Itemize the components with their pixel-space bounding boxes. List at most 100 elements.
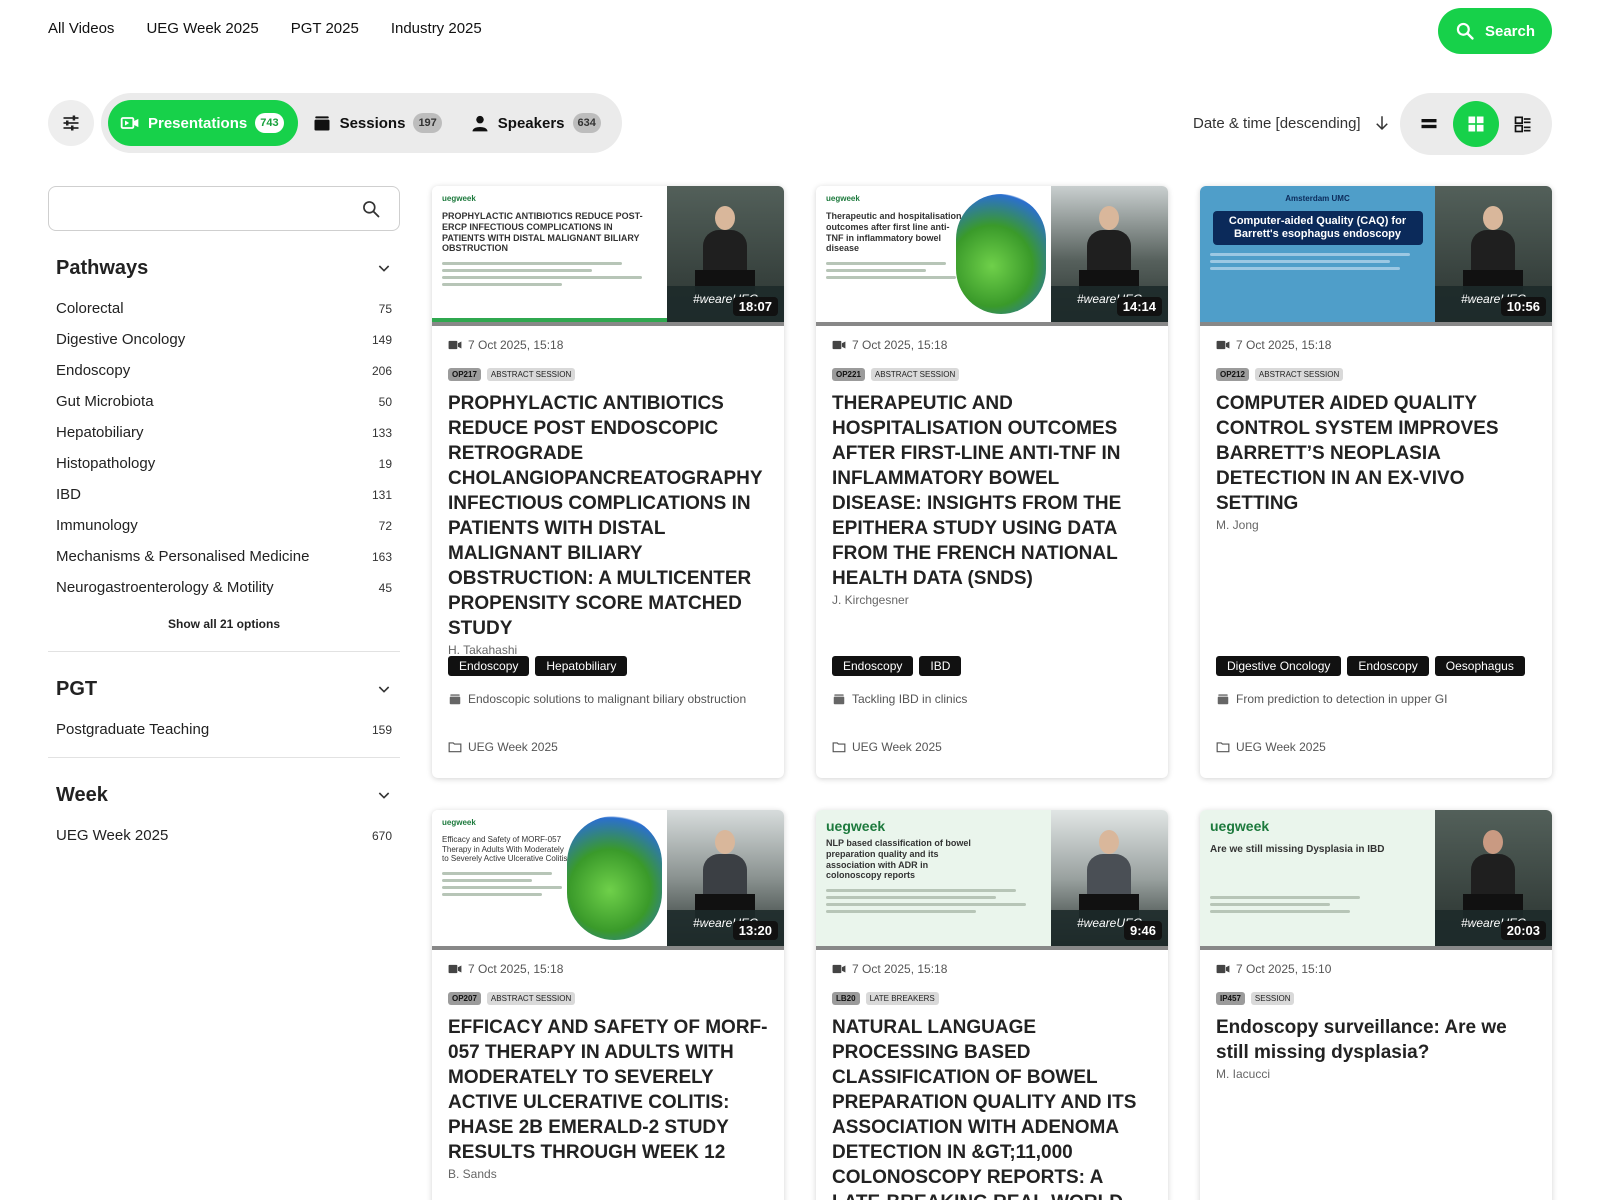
video-icon [832,964,846,974]
facet-item-digestive-oncology[interactable]: Digestive Oncology 149 [56,324,392,355]
topic-tag[interactable]: Endoscopy [1347,656,1429,676]
topic-tag[interactable]: Endoscopy [832,656,914,676]
show-all-options-link[interactable]: Show all 21 options [56,617,392,631]
facet-item-postgraduate-teaching[interactable]: Postgraduate Teaching 159 [56,714,392,745]
search-icon [1456,22,1474,40]
topic-tag[interactable]: Digestive Oncology [1216,656,1342,676]
slide-title: PROPHYLACTIC ANTIBIOTICS REDUCE POST-ERC… [442,211,643,254]
facet-item-mechanisms[interactable]: Mechanisms & Personalised Medicine 163 [56,541,392,572]
session-type-badge: ABSTRACT SESSION [1254,368,1344,381]
video-thumbnail[interactable]: uegweek NLP based classification of bowe… [816,810,1168,950]
card-title[interactable]: Endoscopy surveillance: Are we still mis… [1216,1015,1536,1065]
nav-link-industry[interactable]: Industry 2025 [391,20,482,37]
presentation-code-badge: OP221 [832,368,865,381]
nav-link-ueg-week[interactable]: UEG Week 2025 [146,20,258,37]
facet-item-colorectal[interactable]: Colorectal 75 [56,293,392,324]
video-thumbnail[interactable]: uegweek PROPHYLACTIC ANTIBIOTICS REDUCE … [432,186,784,326]
facet-item-endoscopy[interactable]: Endoscopy 206 [56,355,392,386]
facet-header[interactable]: Week [56,780,392,810]
facet-item-label: Colorectal [56,300,124,317]
card-date-text: 7 Oct 2025, 15:18 [852,338,948,352]
list-view-icon [1421,119,1437,129]
facet-item-count: 19 [378,456,392,471]
card-speaker[interactable]: H. Takahashi [448,643,768,657]
card-speaker[interactable]: J. Kirchgesner [832,593,1152,607]
sidebar-search-input[interactable] [61,187,351,230]
topic-tag[interactable]: Hepatobiliary [535,656,628,676]
facet-item-histopathology[interactable]: Histopathology 19 [56,448,392,479]
facet-item-immunology[interactable]: Immunology 72 [56,510,392,541]
presentation-code-badge: LB20 [832,992,860,1005]
card-badges: OP217 ABSTRACT SESSION [448,368,768,381]
facet-item-label: Immunology [56,517,138,534]
video-card[interactable]: uegweek PROPHYLACTIC ANTIBIOTICS REDUCE … [432,186,784,778]
tab-sessions[interactable]: Sessions 197 [300,100,456,146]
video-icon [1216,340,1230,350]
session-type-badge: SESSION [1250,992,1295,1005]
facet-item-label: Neurogastroenterology & Motility [56,579,274,596]
facet-header[interactable]: Pathways [56,253,392,283]
facet-item-neurogastroenterology[interactable]: Neurogastroenterology & Motility 45 [56,572,392,603]
video-thumbnail[interactable]: uegweek Therapeutic and hospitalisation … [816,186,1168,326]
topic-tag[interactable]: Oesophagus [1434,656,1525,676]
topic-tag[interactable]: IBD [919,656,962,676]
tab-count: 634 [572,113,601,133]
card-event[interactable]: UEG Week 2025 [1216,740,1326,754]
card-topics: Endoscopy IBD [832,656,962,676]
card-title[interactable]: NATURAL LANGUAGE PROCESSING BASED CLASSI… [832,1015,1152,1200]
facet-item-hepatobiliary[interactable]: Hepatobiliary 133 [56,417,392,448]
presentation-code-badge: IP457 [1216,992,1245,1005]
facet-header[interactable]: PGT [56,674,392,704]
session-type-badge: ABSTRACT SESSION [486,992,576,1005]
card-title[interactable]: THERAPEUTIC AND HOSPITALISATION OUTCOMES… [832,391,1152,591]
facet-item-count: 131 [371,487,392,502]
facet-item-ueg-week-2025[interactable]: UEG Week 2025 670 [56,820,392,851]
video-card[interactable]: uegweek NLP based classification of bowe… [816,810,1168,1200]
card-speaker[interactable]: M. Jong [1216,518,1536,532]
session-type-badge: LATE BREAKERS [865,992,939,1005]
content-type-tabs: Presentations 743 Sessions 197 Speakers … [101,93,622,153]
tab-speakers[interactable]: Speakers 634 [458,100,615,146]
tab-presentations[interactable]: Presentations 743 [108,100,298,146]
video-card[interactable]: uegweek Efficacy and Safety of MORF-057 … [432,810,784,1200]
facet-item-count: 75 [378,301,392,316]
speaker-head [715,206,735,230]
tab-count: 743 [255,113,284,133]
card-speaker[interactable]: B. Sands [448,1167,768,1181]
card-event[interactable]: UEG Week 2025 [448,740,558,754]
session-type-badge: ABSTRACT SESSION [486,368,576,381]
list-view-button[interactable] [1406,101,1452,147]
video-card[interactable]: Amsterdam UMC Computer-aided Quality (CA… [1200,186,1552,778]
facet-item-gut-microbiota[interactable]: Gut Microbiota 50 [56,386,392,417]
search-icon[interactable] [361,199,381,219]
facet-item-ibd[interactable]: IBD 131 [56,479,392,510]
grid-view-icon [1468,116,1484,132]
card-session[interactable]: Endoscopic solutions to malignant biliar… [448,692,746,706]
video-thumbnail[interactable]: uegweek Are we still missing Dysplasia i… [1200,810,1552,950]
video-icon [1216,964,1230,974]
sort-dropdown[interactable]: Date & time [descending] [1193,114,1391,132]
grid-view-button[interactable] [1452,101,1499,147]
slide-preview: uegweek Are we still missing Dysplasia i… [1200,810,1435,946]
card-title[interactable]: EFFICACY AND SAFETY OF MORF-057 THERAPY … [448,1015,768,1165]
filter-toggle-button[interactable] [48,100,94,146]
video-card[interactable]: uegweek Therapeutic and hospitalisation … [816,186,1168,778]
search-button[interactable]: Search [1438,8,1552,54]
card-session[interactable]: From prediction to detection in upper GI [1216,692,1447,706]
topic-tag[interactable]: Endoscopy [448,656,530,676]
slide-brand: uegweek [826,818,886,834]
card-event[interactable]: UEG Week 2025 [832,740,942,754]
detail-view-button[interactable] [1500,101,1546,147]
slide-preview: uegweek PROPHYLACTIC ANTIBIOTICS REDUCE … [432,186,667,322]
video-card[interactable]: uegweek Are we still missing Dysplasia i… [1200,810,1552,1200]
nav-link-pgt[interactable]: PGT 2025 [291,20,359,37]
card-speaker[interactable]: M. Iacucci [1216,1067,1536,1081]
card-title[interactable]: PROPHYLACTIC ANTIBIOTICS REDUCE POST END… [448,391,768,641]
nav-link-all-videos[interactable]: All Videos [48,20,114,37]
card-session[interactable]: Tackling IBD in clinics [832,692,967,706]
slide-title: Computer-aided Quality (CAQ) for Barrett… [1212,211,1423,246]
video-thumbnail[interactable]: uegweek Efficacy and Safety of MORF-057 … [432,810,784,950]
molecule-graphic [567,816,662,940]
video-thumbnail[interactable]: Amsterdam UMC Computer-aided Quality (CA… [1200,186,1552,326]
card-title[interactable]: COMPUTER AIDED QUALITY CONTROL SYSTEM IM… [1216,391,1536,516]
